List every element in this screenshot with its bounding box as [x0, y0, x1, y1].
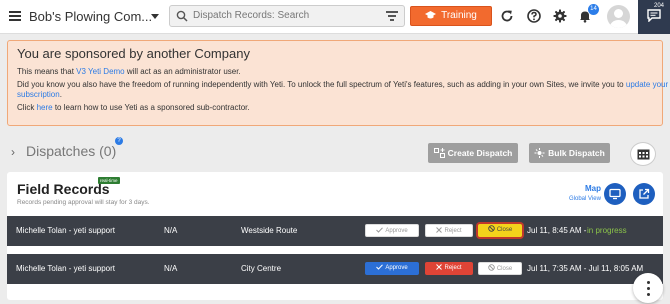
no-symbol-icon: [488, 264, 495, 271]
no-symbol-icon: [488, 225, 495, 232]
realtime-badge: real-time: [98, 177, 120, 184]
bulk-dispatch-label: Bulk Dispatch: [548, 148, 605, 158]
help-icon[interactable]: ?: [115, 137, 123, 145]
global-view-button[interactable]: [604, 183, 626, 205]
sponsor-line-1: This means that V3 Yeti Demo will act as…: [17, 67, 241, 76]
row-site: Westside Route: [241, 226, 298, 235]
calendar-icon: [637, 149, 650, 160]
help-icon[interactable]: [527, 9, 541, 23]
x-icon: [436, 264, 443, 270]
training-button[interactable]: Training: [410, 6, 492, 26]
sponsor-text: will act as an administrator user.: [126, 67, 241, 76]
chat-icon: [647, 9, 661, 22]
sponsor-title: You are sponsored by another Company: [17, 46, 250, 61]
sponsor-text: Click: [17, 103, 35, 112]
sponsor-line-4: Click here to learn how to use Yeti as a…: [17, 103, 250, 112]
training-icon: [425, 11, 437, 19]
create-dispatch-icon: [433, 148, 445, 158]
reject-button[interactable]: Reject: [425, 224, 473, 237]
sponsor-banner: You are sponsored by another Company Thi…: [7, 40, 668, 126]
sponsor-company-link[interactable]: V3 Yeti Demo: [76, 67, 124, 76]
subscription-link[interactable]: subscription: [17, 90, 60, 99]
approve-button[interactable]: Approve: [365, 224, 419, 237]
close-label: Close: [496, 266, 513, 272]
field-records-subtitle: Records pending approval will stay for 3…: [17, 199, 150, 206]
dispatches-title[interactable]: Dispatches (0): [26, 143, 116, 159]
approve-label: Approve: [385, 265, 408, 271]
create-dispatch-button[interactable]: Create Dispatch: [428, 143, 518, 163]
reject-button[interactable]: Reject: [425, 262, 473, 275]
reject-label: Reject: [444, 265, 462, 271]
calendar-button[interactable]: [630, 142, 656, 166]
top-bar: Bob's Plowing Com... Dispatch Records: S…: [0, 0, 670, 34]
row-name: Michelle Tolan - yeti support: [16, 226, 116, 235]
chevron-right-icon[interactable]: ›: [11, 145, 15, 159]
row-site: City Centre: [241, 264, 282, 273]
open-external-button[interactable]: [633, 183, 655, 205]
dot: [647, 281, 650, 284]
sponsor-text: to learn how to use Yeti as a sponsored …: [54, 103, 250, 112]
close-button[interactable]: Close: [478, 224, 522, 237]
dot: [647, 293, 650, 296]
row-value: N/A: [164, 226, 178, 235]
external-link-icon: [639, 188, 650, 199]
x-icon: [436, 227, 443, 233]
row-value: N/A: [164, 264, 178, 273]
training-label: Training: [441, 10, 477, 21]
monitor-icon: [609, 188, 621, 200]
search-icon: [176, 10, 188, 22]
bulk-dispatch-icon: [534, 148, 545, 158]
sponsor-line-2: Did you know you also have the freedom o…: [17, 80, 668, 89]
sponsor-text: .: [59, 90, 62, 99]
check-icon: [376, 264, 384, 270]
chat-badge: 204: [654, 3, 665, 9]
learn-here-link[interactable]: here: [37, 103, 53, 112]
sponsor-text: This means that: [17, 67, 74, 76]
table-row[interactable]: Michelle Tolan - yeti support N/A City C…: [7, 254, 663, 284]
reject-label: Reject: [444, 228, 462, 234]
approve-label: Approve: [385, 228, 408, 234]
hamburger-icon[interactable]: [9, 11, 21, 21]
row-status: in progress: [587, 226, 627, 235]
search-placeholder: Dispatch Records: Search: [193, 10, 310, 21]
close-label: Close: [496, 227, 513, 233]
sponsor-line-3: subscription.: [17, 90, 62, 99]
table-row[interactable]: Michelle Tolan - yeti support N/A Westsi…: [7, 216, 663, 246]
approve-button[interactable]: Approve: [365, 262, 419, 275]
notification-badge: 14: [588, 4, 599, 15]
close-button[interactable]: Close: [478, 262, 522, 275]
field-records-title: Field Records: [17, 181, 110, 197]
dot: [647, 287, 650, 290]
row-time: Jul 11, 8:45 AM -: [527, 226, 587, 235]
refresh-icon[interactable]: [500, 9, 514, 23]
row-time: Jul 11, 7:35 AM - Jul 11, 8:05 AM: [527, 264, 644, 273]
more-options-button[interactable]: [633, 273, 663, 303]
bulk-dispatch-button[interactable]: Bulk Dispatch: [529, 143, 610, 163]
check-icon: [376, 227, 384, 233]
map-global-view-label[interactable]: Global View: [569, 196, 601, 202]
create-dispatch-label: Create Dispatch: [447, 148, 513, 158]
row-name: Michelle Tolan - yeti support: [16, 264, 116, 273]
search-input[interactable]: Dispatch Records: Search: [169, 5, 405, 27]
company-selector[interactable]: Bob's Plowing Com...: [29, 9, 152, 24]
chevron-down-icon[interactable]: [151, 14, 159, 19]
map-label[interactable]: Map: [585, 184, 601, 193]
chat-button[interactable]: 204: [638, 0, 670, 34]
filter-icon[interactable]: [386, 11, 398, 21]
gear-icon[interactable]: [553, 9, 567, 23]
sponsor-text: Did you know you also have the freedom o…: [17, 80, 624, 89]
update-subscription-link[interactable]: update your: [626, 80, 668, 89]
avatar[interactable]: [607, 5, 630, 28]
field-records-card: Field Records real-time Records pending …: [7, 172, 663, 300]
